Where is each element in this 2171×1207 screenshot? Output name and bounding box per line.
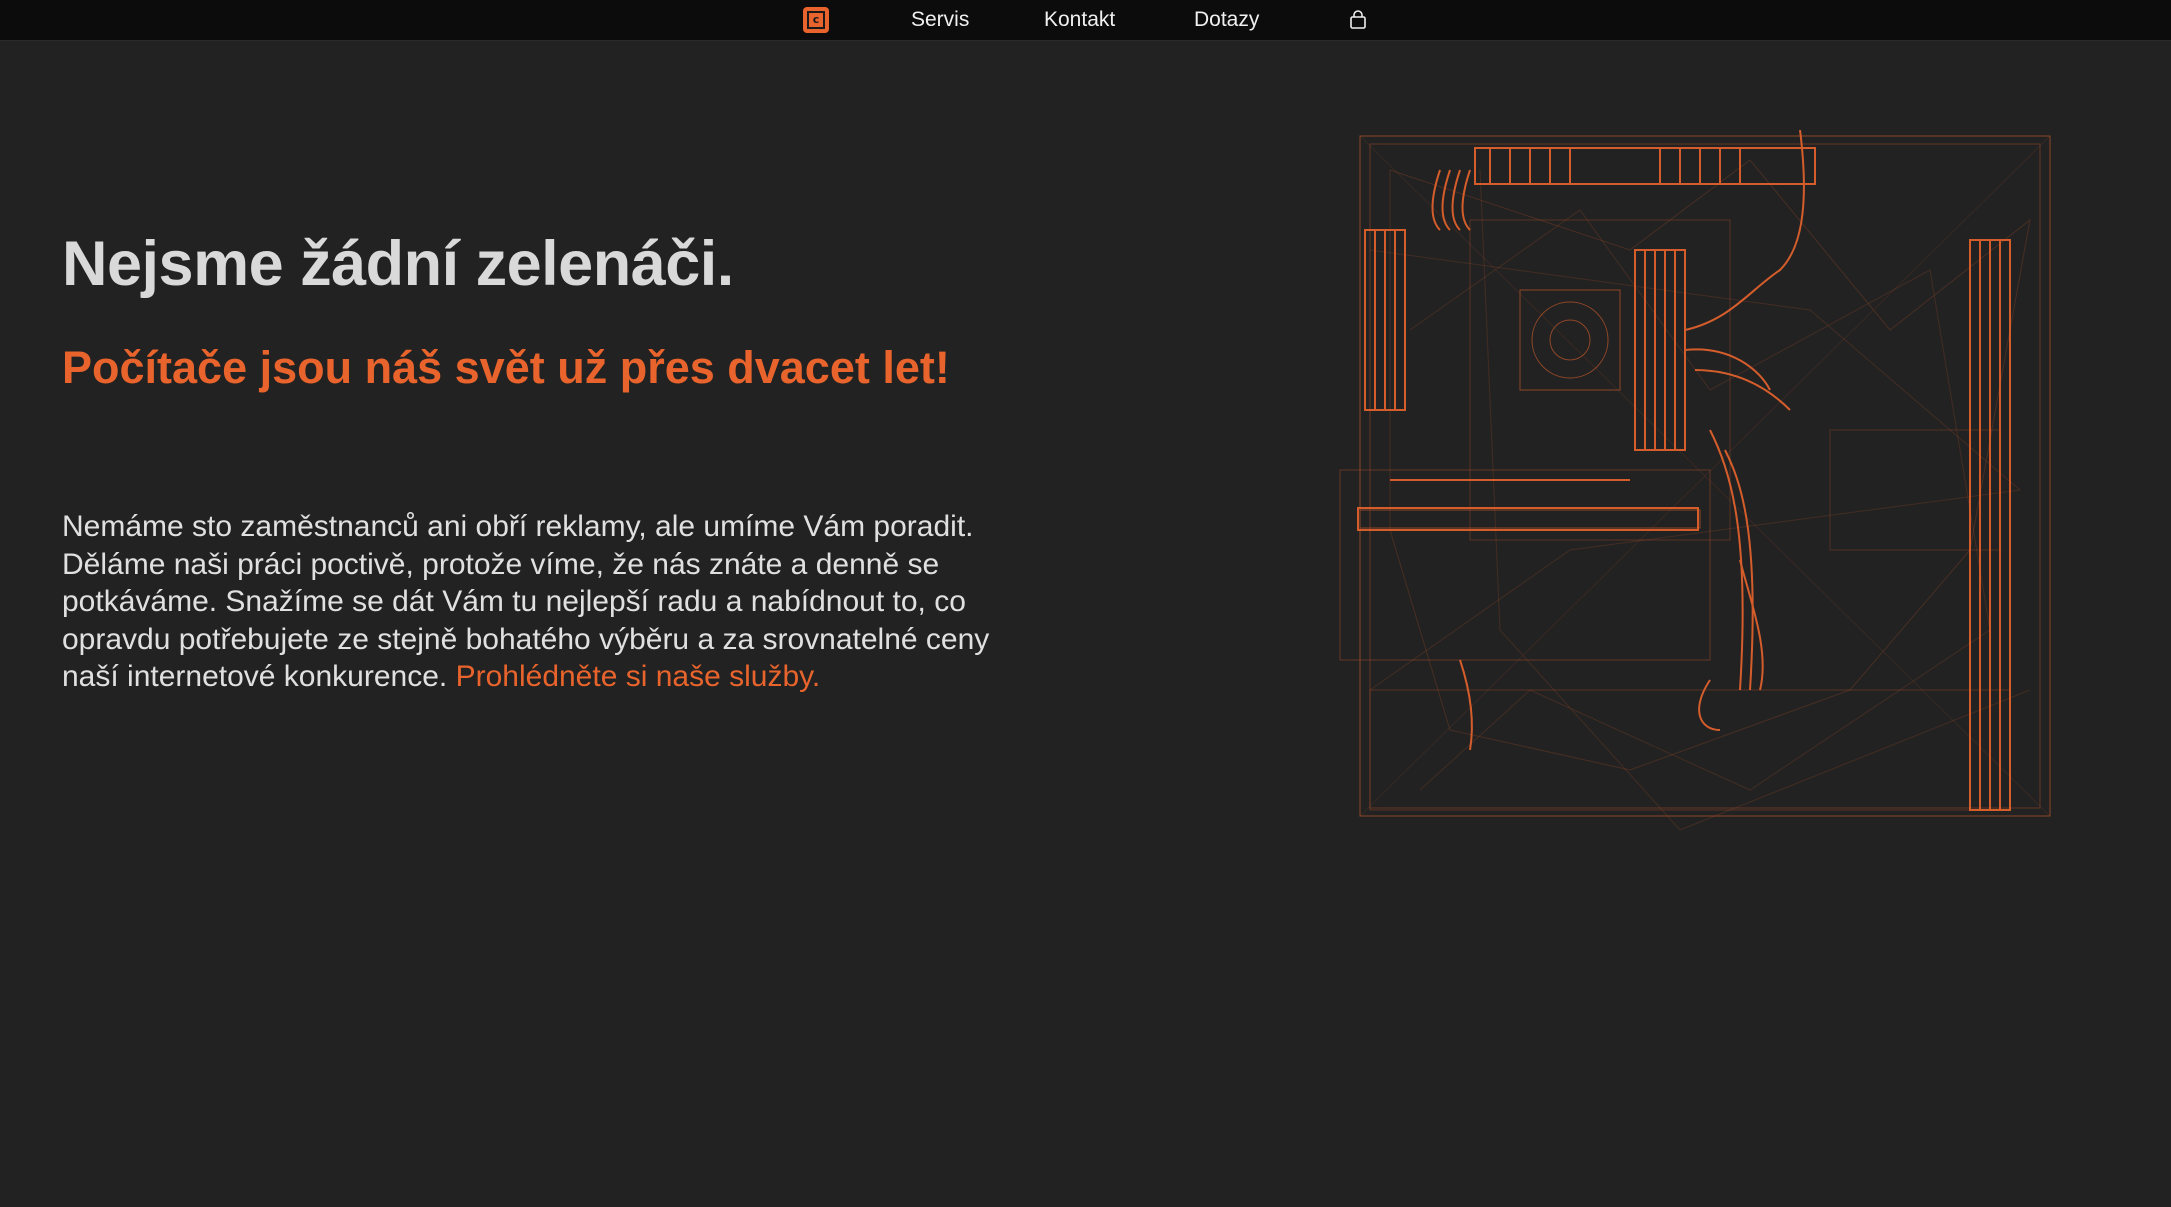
nav-kontakt[interactable]: Kontakt bbox=[1044, 0, 1115, 40]
computer-logo-icon[interactable]: c bbox=[803, 7, 829, 33]
page-title: Nejsme žádní zelenáči. bbox=[62, 229, 734, 299]
intro-paragraph: Nemáme sto zaměstnanců ani obří reklamy,… bbox=[62, 508, 1052, 696]
shopping-bag-icon[interactable] bbox=[1349, 10, 1367, 30]
nav-servis[interactable]: Servis bbox=[911, 0, 969, 40]
services-link[interactable]: Prohlédněte si naše služby. bbox=[456, 660, 821, 693]
top-navigation: c Servis Kontakt Dotazy bbox=[0, 0, 2171, 41]
nav-dotazy[interactable]: Dotazy bbox=[1194, 0, 1259, 40]
pc-wireframe-illustration bbox=[1339, 130, 2051, 831]
page-subtitle: Počítače jsou náš svět už přes dvacet le… bbox=[62, 342, 950, 393]
